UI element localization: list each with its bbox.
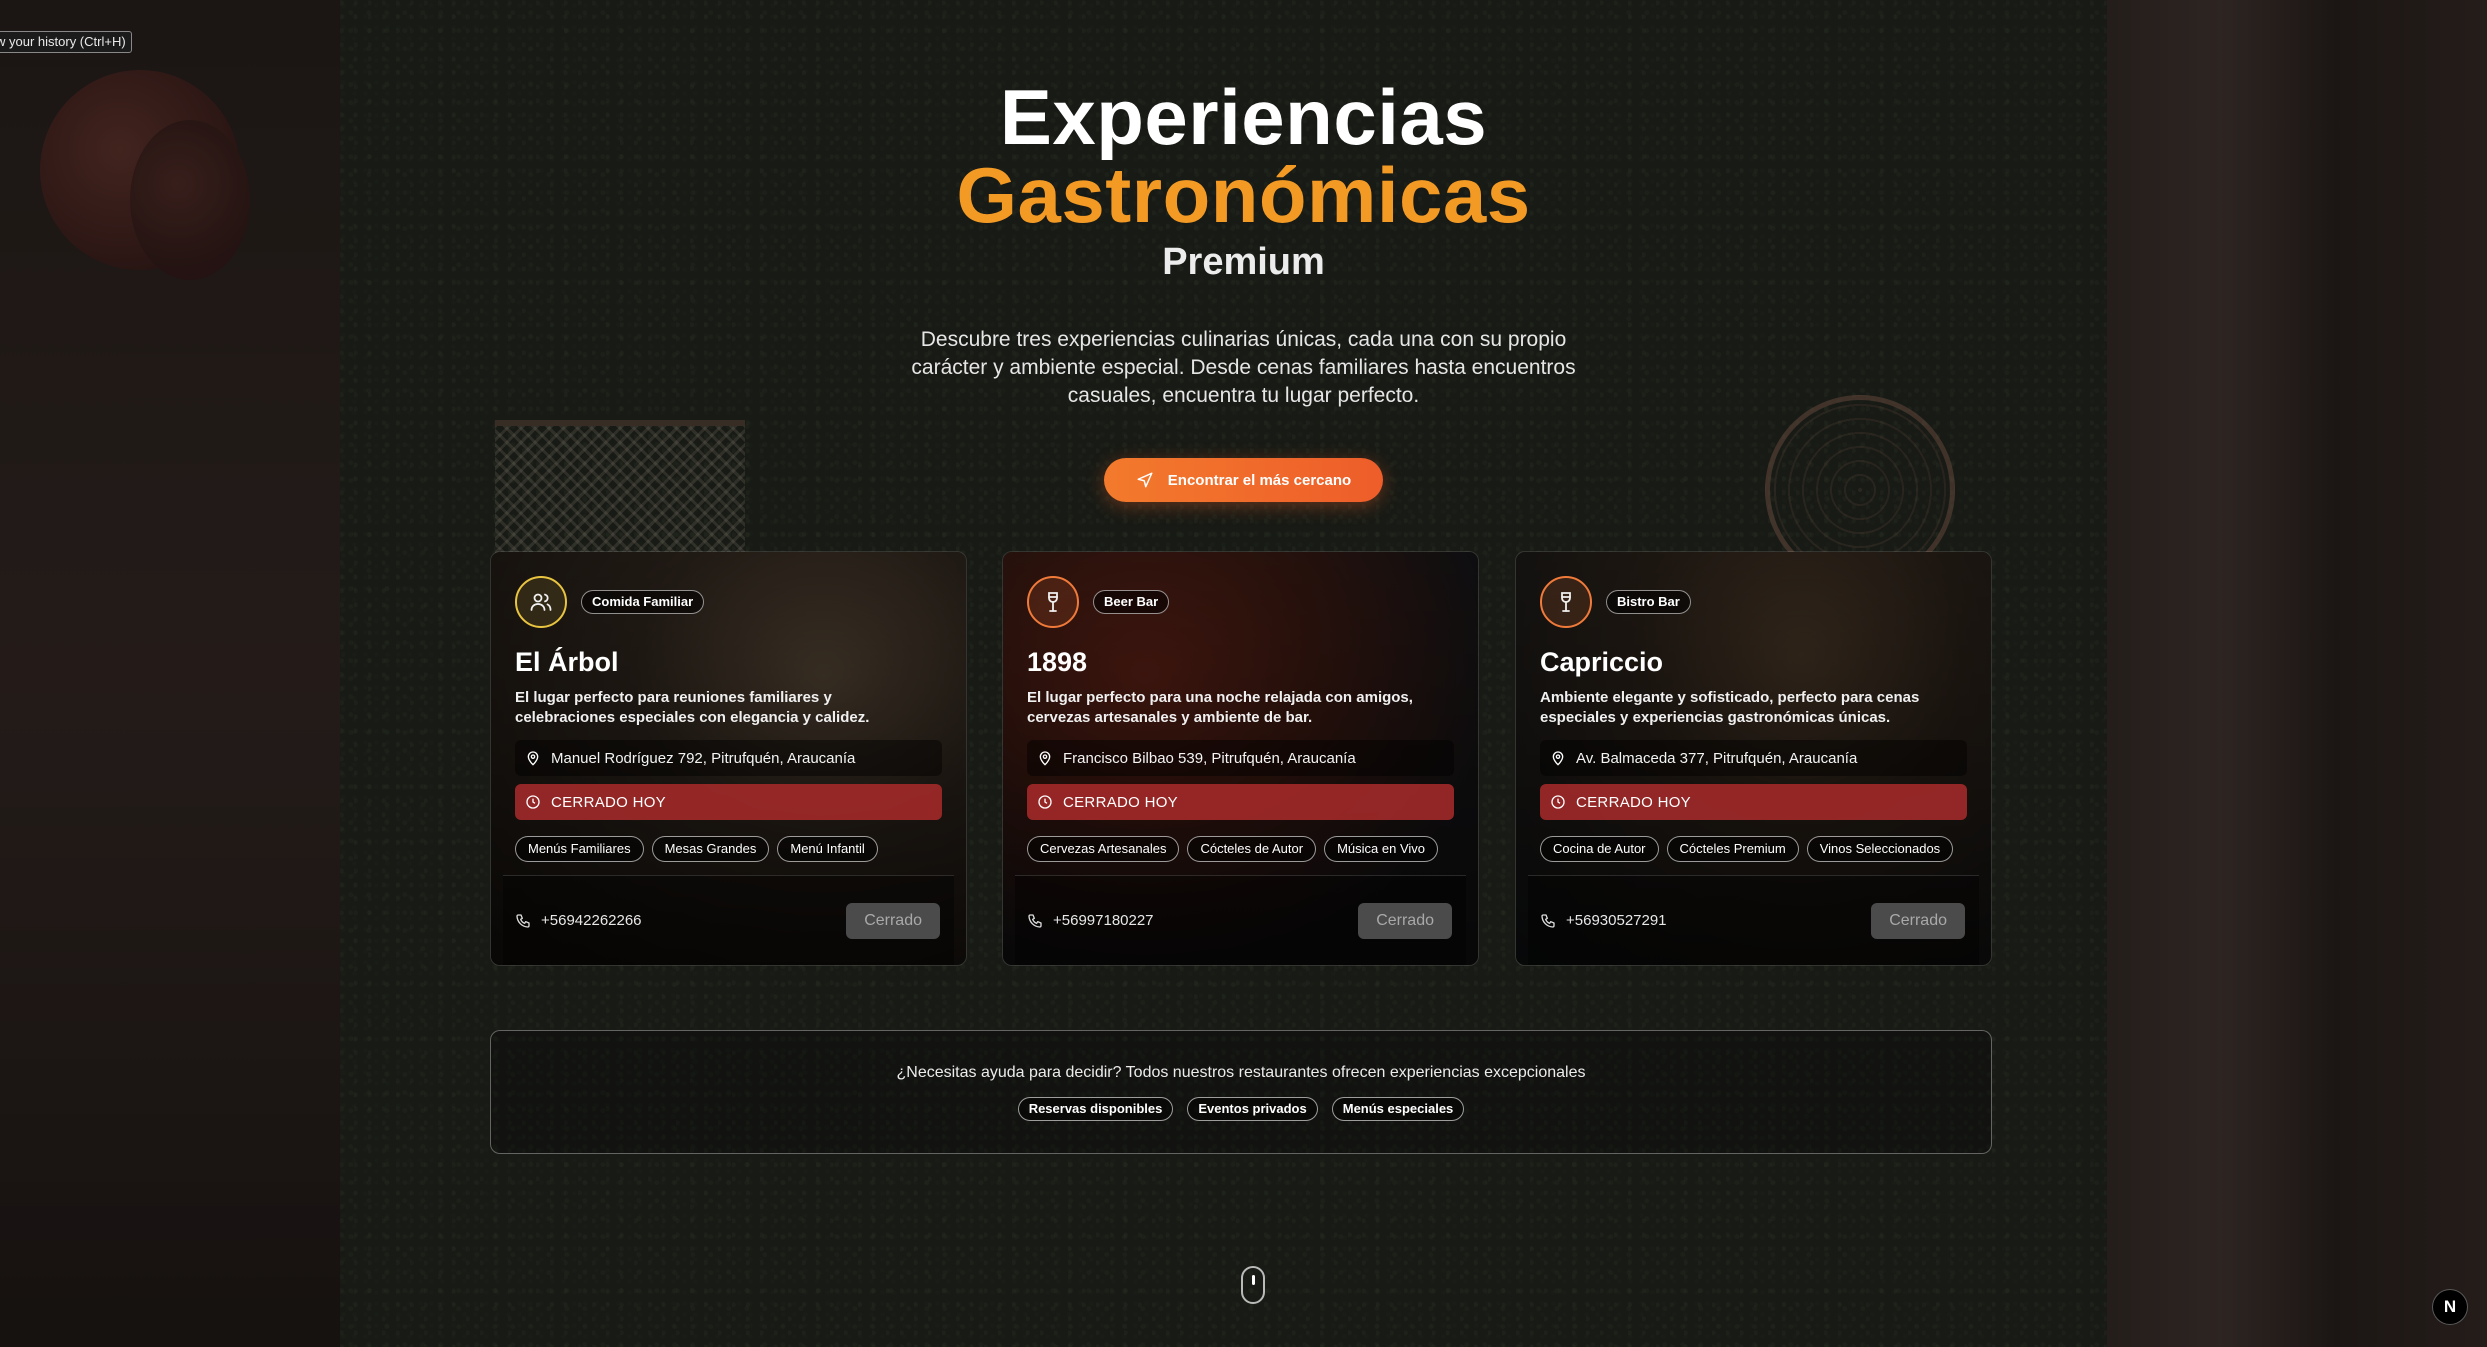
- restaurant-name: El Árbol: [515, 647, 619, 677]
- page-title: Experiencias Gastronómicas Premium: [0, 72, 2487, 288]
- clock-icon: [1551, 795, 1565, 809]
- users-icon: [515, 576, 567, 628]
- feature-chip: Vinos Seleccionados: [1806, 836, 1954, 862]
- status-text: CERRADO HOY: [551, 793, 666, 811]
- closed-button[interactable]: Cerrado: [846, 902, 940, 939]
- feature-chip: Música en Vivo: [1324, 836, 1438, 862]
- address-row[interactable]: Manuel Rodríguez 792, Pitrufquén, Arauca…: [515, 740, 942, 776]
- phone-icon: [516, 913, 530, 928]
- feature-chip: Cócteles Premium: [1666, 836, 1799, 862]
- category-tag: Comida Familiar: [581, 590, 705, 614]
- map-pin-icon: [1039, 751, 1051, 766]
- feature-chip: Menú Infantil: [777, 836, 878, 862]
- feature-chip: Menús Familiares: [515, 836, 644, 862]
- address-row[interactable]: Francisco Bilbao 539, Pitrufquén, Arauca…: [1027, 740, 1454, 776]
- phone-link[interactable]: +56997180227: [1027, 912, 1154, 929]
- restaurant-card-el-arbol[interactable]: Comida Familiar El Árbol El lugar perfec…: [490, 551, 967, 966]
- category-tag: Beer Bar: [1093, 590, 1170, 614]
- feature-list: Cervezas Artesanales Cócteles de Autor M…: [1027, 836, 1454, 862]
- status-badge: CERRADO HOY: [1027, 784, 1454, 820]
- status-text: CERRADO HOY: [1063, 793, 1178, 811]
- address-text: Av. Balmaceda 377, Pitrufquén, Araucanía: [1576, 749, 1858, 767]
- help-text: ¿Necesitas ayuda para decidir? Todos nue…: [896, 1064, 1586, 1081]
- status-badge: CERRADO HOY: [515, 784, 942, 820]
- help-chip-list: Reservas disponibles Eventos privados Me…: [491, 1097, 1991, 1121]
- title-line-3: Premium: [1162, 241, 1325, 283]
- clock-icon: [526, 795, 540, 809]
- feature-chip: Mesas Grandes: [651, 836, 770, 862]
- restaurant-card-1898[interactable]: Beer Bar 1898 El lugar perfecto para una…: [1002, 551, 1479, 966]
- restaurant-description: El lugar perfecto para una noche relajad…: [1027, 689, 1413, 726]
- nextjs-dev-badge[interactable]: N: [2432, 1289, 2468, 1325]
- address-text: Manuel Rodríguez 792, Pitrufquén, Arauca…: [551, 749, 856, 767]
- phone-icon: [1541, 913, 1555, 928]
- help-box: ¿Necesitas ayuda para decidir? Todos nue…: [490, 1030, 1992, 1154]
- restaurant-description: Ambiente elegante y sofisticado, perfect…: [1540, 689, 1920, 726]
- closed-button[interactable]: Cerrado: [1358, 902, 1452, 939]
- restaurant-description: El lugar perfecto para reuniones familia…: [515, 689, 870, 726]
- phone-number: +56930527291: [1566, 912, 1667, 929]
- hero-description: Descubre tres experiencias culinarias ún…: [911, 328, 1576, 407]
- category-tag: Bistro Bar: [1606, 590, 1691, 614]
- closed-button[interactable]: Cerrado: [1871, 902, 1965, 939]
- status-text: CERRADO HOY: [1576, 793, 1691, 811]
- help-chip: Reservas disponibles: [1017, 1097, 1174, 1121]
- phone-number: +56997180227: [1053, 912, 1154, 929]
- card-footer: +56997180227 Cerrado: [1015, 875, 1466, 965]
- title-line-1: Experiencias: [999, 73, 1488, 161]
- feature-chip: Cervezas Artesanales: [1027, 836, 1180, 862]
- scroll-mouse-icon[interactable]: [1241, 1266, 1265, 1304]
- phone-number: +56942262266: [541, 912, 642, 929]
- help-chip: Menús especiales: [1331, 1097, 1465, 1121]
- title-line-2: Gastronómicas: [956, 151, 1531, 239]
- help-chip: Eventos privados: [1187, 1097, 1318, 1121]
- hero-section: Experiencias Gastronómicas Premium Descu…: [0, 72, 2487, 502]
- wine-glass-icon: [1027, 576, 1079, 628]
- card-footer: +56930527291 Cerrado: [1528, 875, 1979, 965]
- feature-chip: Cócteles de Autor: [1187, 836, 1317, 862]
- phone-link[interactable]: +56930527291: [1540, 912, 1667, 929]
- address-text: Francisco Bilbao 539, Pitrufquén, Arauca…: [1063, 749, 1356, 767]
- feature-list: Menús Familiares Mesas Grandes Menú Infa…: [515, 836, 942, 862]
- map-pin-icon: [1552, 751, 1564, 766]
- status-badge: CERRADO HOY: [1540, 784, 1967, 820]
- clock-icon: [1038, 795, 1052, 809]
- find-nearest-label: Encontrar el más cercano: [1167, 471, 1352, 489]
- card-footer: +56942262266 Cerrado: [503, 875, 954, 965]
- restaurant-name: Capriccio: [1540, 647, 1664, 677]
- phone-icon: [1028, 913, 1042, 928]
- restaurant-card-capriccio[interactable]: Bistro Bar Capriccio Ambiente elegante y…: [1515, 551, 1992, 966]
- navigation-arrow-icon: [1137, 472, 1153, 488]
- history-tooltip: w your history (Ctrl+H): [0, 31, 132, 53]
- map-pin-icon: [527, 751, 539, 766]
- find-nearest-button[interactable]: Encontrar el más cercano: [1103, 458, 1384, 502]
- feature-list: Cocina de Autor Cócteles Premium Vinos S…: [1540, 836, 1967, 862]
- phone-link[interactable]: +56942262266: [515, 912, 642, 929]
- address-row[interactable]: Av. Balmaceda 377, Pitrufquén, Araucanía: [1540, 740, 1967, 776]
- wine-glass-icon: [1540, 576, 1592, 628]
- restaurant-name: 1898: [1027, 647, 1088, 677]
- feature-chip: Cocina de Autor: [1540, 836, 1659, 862]
- restaurant-cards: Comida Familiar El Árbol El lugar perfec…: [490, 551, 1992, 966]
